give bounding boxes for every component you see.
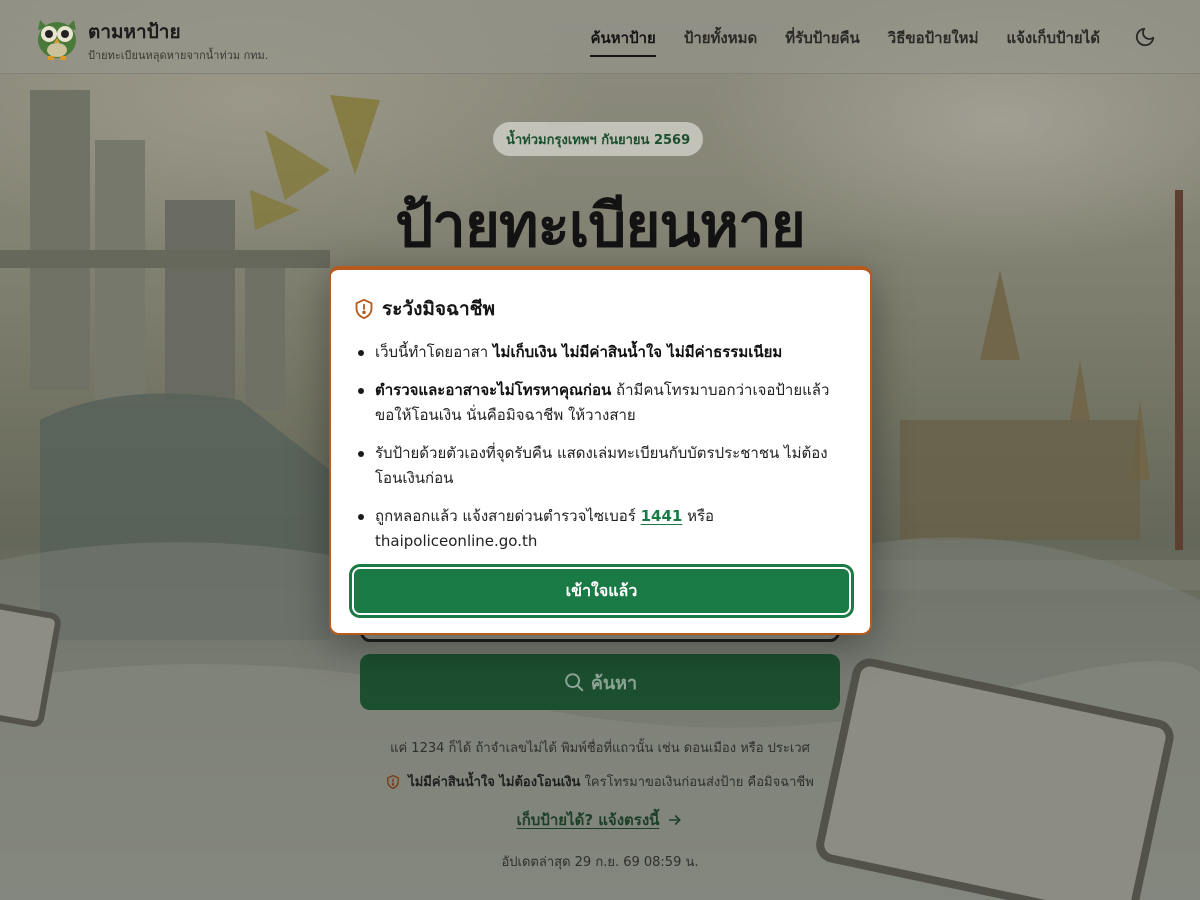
last-updated: อัปเดตล่าสุด 29 ก.ย. 69 08:59 น. [501,855,699,870]
search-hint: แค่ 1234 ก็ได้ ถ้าจำเลขไม่ได้ พิมพ์ชื่อท… [390,741,810,756]
search-button-label: ค้นหา [590,672,638,694]
shield-alert-icon [387,774,400,789]
hero-title: ป้ายทะเบียนหาย [395,191,806,261]
scam-warning-text: ใครโทรมาขอเงินก่อนส่งป้าย คือมิจฉาชีพ [584,775,814,790]
tip-text: หรือ [682,507,715,525]
scam-warning-modal: ระวังมิจฉาชีพ เว็บนี้ทำโดยอาสา ไม่เก็บเง… [329,266,872,635]
nav-new-plate-guide[interactable]: วิธีขอป้ายใหม่ [888,26,979,57]
scam-warning-line: ไม่มีค่าสินน้ำใจ ไม่ต้องโอนเงิน ใครโทรมา… [0,771,1200,792]
nav-pickup-points[interactable]: ที่รับป้ายคืน [785,26,860,57]
shield-alert-icon [355,298,373,320]
list-item: รับป้ายด้วยตัวเองที่จุดรับคืน แสดงเล่มทะ… [354,441,844,491]
site-header: ตามหาป้าย ป้ายทะเบียนหลุดหายจากน้ำท่วม ก… [0,0,1200,74]
police-website-text: thaipoliceonline.go.th [375,532,538,550]
scam-warning-bold: ไม่มีค่าสินน้ำใจ ไม่ต้องโอนเงิน [408,775,581,790]
understood-button[interactable]: เข้าใจแล้ว [352,567,851,615]
nav-report-found[interactable]: แจ้งเก็บป้ายได้ [1006,26,1100,57]
site-title[interactable]: ตามหาป้าย [88,17,181,47]
report-found-label: เก็บป้ายได้? แจ้งตรงนี้ [516,811,660,829]
scam-tips-list: เว็บนี้ทำโดยอาสา ไม่เก็บเงิน ไม่มีค่าสิน… [354,340,844,567]
nav-all-plates[interactable]: ป้ายทั้งหมด [684,26,757,57]
event-badge: น้ำท่วมกรุงเทพฯ กันยายน 2569 [493,122,704,156]
tip-text: เว็บนี้ทำโดยอาสา [375,343,494,361]
list-item: ตำรวจและอาสาจะไม่โทรหาคุณก่อน ถ้ามีคนโทร… [354,378,844,428]
moon-icon[interactable] [1134,26,1156,48]
tip-bold: ไม่เก็บเงิน ไม่มีค่าสินน้ำใจ ไม่มีค่าธรร… [493,343,783,361]
site-subtitle: ป้ายทะเบียนหลุดหายจากน้ำท่วม กทม. [88,49,269,62]
nav-search-plates[interactable]: ค้นหาป้าย [590,26,656,57]
tip-text: ถูกหลอกแล้ว แจ้งสายด่วนตำรวจไซเบอร์ [375,507,641,525]
search-button[interactable]: ค้นหา [360,654,840,710]
tip-text: รับป้ายด้วยตัวเองที่จุดรับคืน แสดงเล่มทะ… [375,444,828,487]
owl-logo-icon[interactable] [34,12,80,60]
main-nav: ค้นหาป้าย ป้ายทั้งหมด ที่รับป้ายคืน วิธี… [590,26,1100,57]
list-item: ถูกหลอกแล้ว แจ้งสายด่วนตำรวจไซเบอร์ 1441… [354,504,844,554]
cyber-police-hotline-link[interactable]: 1441 [641,507,683,525]
tip-bold: ตำรวจและอาสาจะไม่โทรหาคุณก่อน [375,381,612,399]
arrow-right-icon [669,815,681,825]
modal-title: ระวังมิจฉาชีพ [382,298,496,320]
list-item: เว็บนี้ทำโดยอาสา ไม่เก็บเงิน ไม่มีค่าสิน… [354,340,844,365]
report-found-link[interactable]: เก็บป้ายได้? แจ้งตรงนี้ [0,808,1200,832]
search-icon [565,673,584,692]
modal-header: ระวังมิจฉาชีพ [354,294,495,324]
